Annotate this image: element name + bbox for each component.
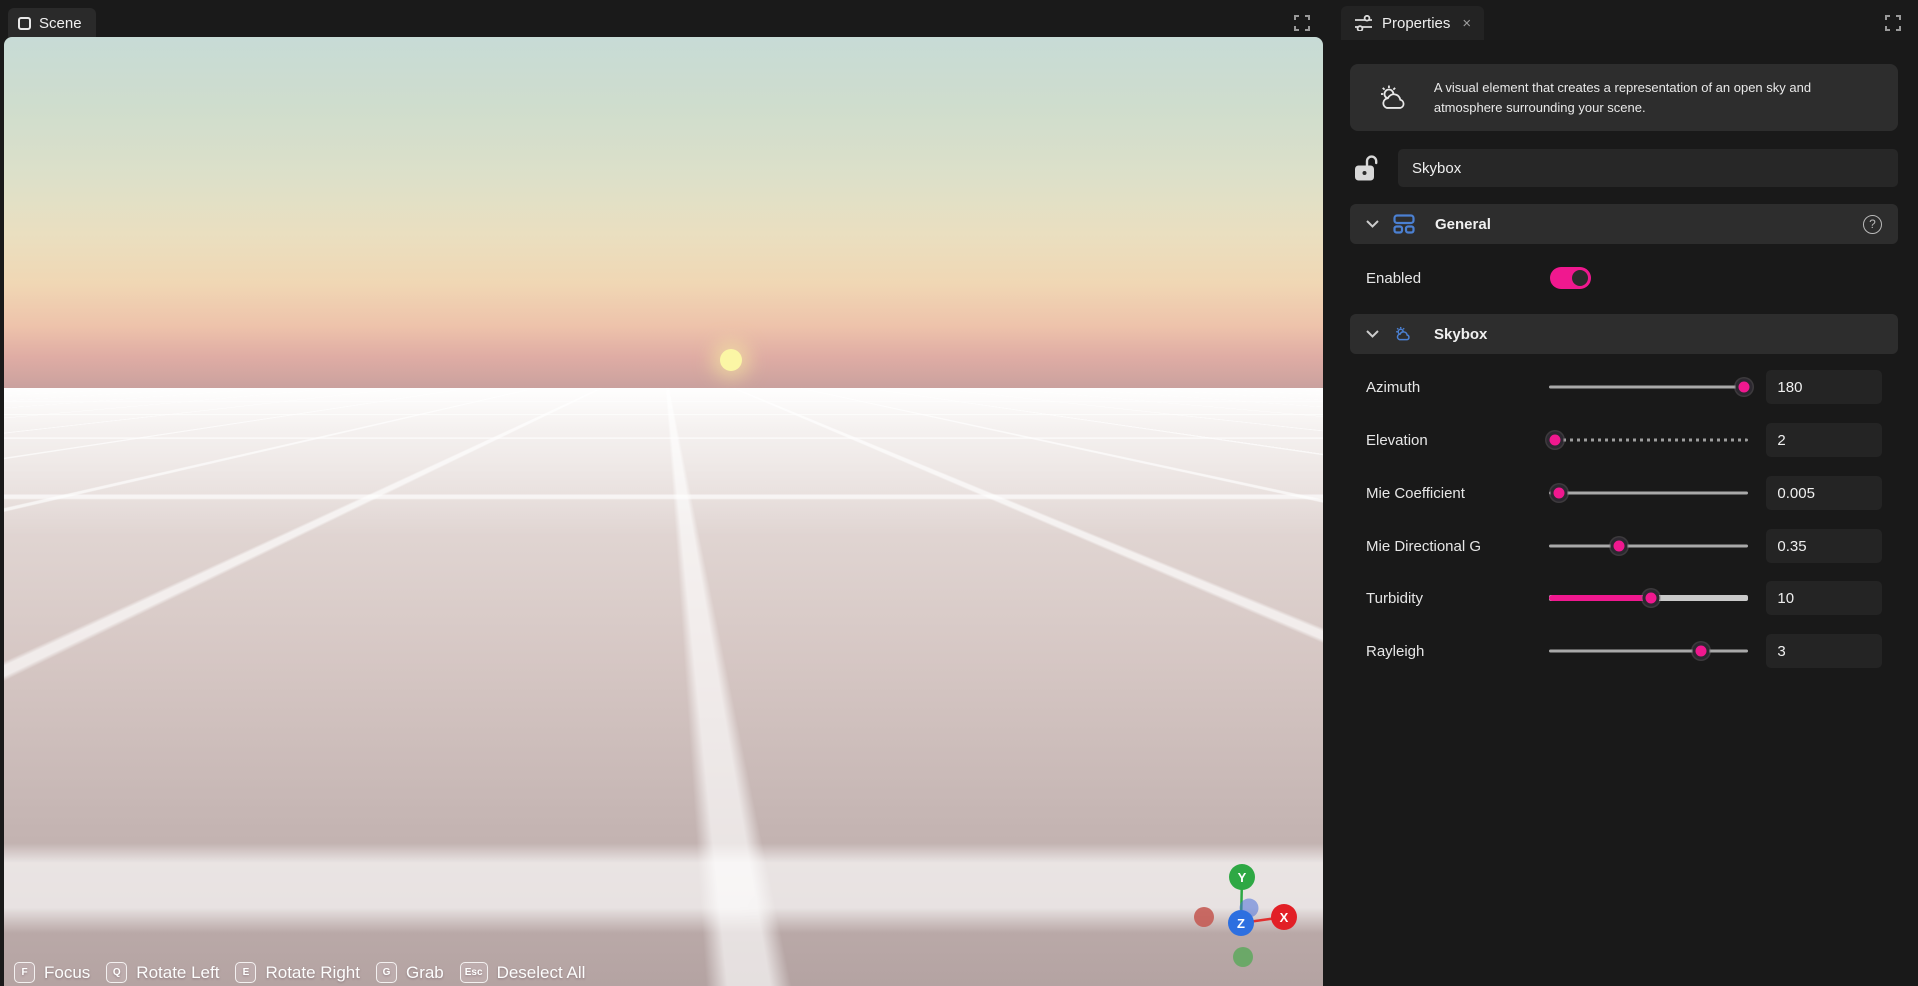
scene-tabbar: Scene	[0, 0, 1330, 37]
orientation-gizmo[interactable]: Y X Z	[1180, 855, 1310, 986]
sliders-icon	[1354, 15, 1373, 31]
hint-rotate-left: Q Rotate Left	[106, 962, 219, 983]
sun	[720, 349, 742, 371]
gizmo-axis-z-label: Z	[1237, 916, 1245, 931]
enabled-toggle[interactable]	[1550, 267, 1591, 289]
component-name-input[interactable]	[1398, 149, 1898, 187]
section-header-general[interactable]: General ?	[1350, 204, 1898, 244]
gizmo-axis-y[interactable]: Y	[1229, 864, 1255, 890]
enabled-row: Enabled	[1350, 263, 1898, 293]
azimuth-label: Azimuth	[1366, 379, 1549, 396]
hint-focus: F Focus	[14, 962, 90, 983]
section-header-skybox[interactable]: Skybox	[1350, 314, 1898, 354]
scene-expand-icon[interactable]	[1292, 13, 1312, 33]
elevation-slider[interactable]	[1549, 430, 1748, 450]
mie-directional-g-label: Mie Directional G	[1366, 538, 1549, 555]
turbidity-label: Turbidity	[1366, 590, 1549, 607]
scene-viewport[interactable]: Y X Z F Focus Q Rotate Left	[4, 37, 1323, 986]
general-section-title: General	[1435, 216, 1491, 233]
lock-icon[interactable]	[1350, 153, 1380, 183]
azimuth-value-input[interactable]: 180	[1766, 370, 1882, 404]
hint-grab: G Grab	[376, 962, 444, 983]
properties-tabbar: Properties ×	[1330, 0, 1918, 40]
component-description-card: A visual element that creates a represen…	[1350, 64, 1898, 131]
chevron-down-icon	[1366, 220, 1379, 228]
gizmo-axis-neg-y[interactable]	[1233, 947, 1253, 967]
rayleigh-slider-knob[interactable]	[1692, 643, 1709, 660]
rayleigh-value-input[interactable]: 3	[1766, 634, 1882, 668]
turbidity-slider[interactable]	[1549, 588, 1748, 608]
rayleigh-label: Rayleigh	[1366, 643, 1549, 660]
mie-directional-g-slider[interactable]	[1549, 536, 1748, 556]
sun-cloud-icon	[1376, 82, 1412, 114]
gizmo-axis-z[interactable]: Z	[1228, 910, 1254, 936]
skybox-sky	[4, 37, 1323, 389]
chevron-down-icon	[1366, 330, 1379, 338]
hint-rotate-right: E Rotate Right	[235, 962, 360, 983]
properties-panel: Properties × A visual element that creat…	[1330, 0, 1918, 986]
elevation-value-input[interactable]: 2	[1766, 423, 1882, 457]
properties-tab-label: Properties	[1382, 15, 1450, 32]
mie-directional-g-slider-knob[interactable]	[1610, 538, 1627, 555]
turbidity-value-input[interactable]: 10	[1766, 581, 1882, 615]
mie-directional-g-row: Mie Directional G 0.35	[1350, 531, 1898, 561]
mie-coefficient-row: Mie Coefficient 0.005	[1350, 478, 1898, 508]
scene-panel: Scene Y	[0, 0, 1330, 986]
tab-properties[interactable]: Properties ×	[1341, 6, 1484, 40]
mie-directional-g-value-input[interactable]: 0.35	[1766, 529, 1882, 563]
mie-coefficient-slider-knob[interactable]	[1551, 485, 1568, 502]
azimuth-slider-knob[interactable]	[1736, 379, 1753, 396]
scene-tab-label: Scene	[39, 15, 82, 32]
mie-coefficient-value-input[interactable]: 0.005	[1766, 476, 1882, 510]
gizmo-axis-neg-x[interactable]	[1194, 907, 1214, 927]
component-description: A visual element that creates a represen…	[1434, 78, 1872, 118]
gizmo-axis-x-label: X	[1280, 910, 1289, 925]
key-f: F	[14, 962, 35, 983]
general-layout-icon	[1393, 214, 1415, 234]
skybox-section-title: Skybox	[1434, 326, 1487, 343]
elevation-row: Elevation 2	[1350, 425, 1898, 455]
rayleigh-slider[interactable]	[1549, 641, 1748, 661]
azimuth-slider[interactable]	[1549, 377, 1748, 397]
mie-coefficient-slider[interactable]	[1549, 483, 1748, 503]
component-name-row	[1350, 149, 1898, 187]
key-e: E	[235, 962, 256, 983]
help-icon[interactable]: ?	[1863, 215, 1882, 234]
skybox-sun-cloud-icon	[1393, 325, 1414, 343]
turbidity-row: Turbidity 10	[1350, 583, 1898, 613]
close-icon[interactable]: ×	[1462, 16, 1471, 31]
elevation-label: Elevation	[1366, 432, 1549, 449]
key-q: Q	[106, 962, 127, 983]
enabled-label: Enabled	[1366, 270, 1550, 287]
key-esc: Esc	[460, 962, 488, 983]
tab-scene[interactable]: Scene	[8, 8, 96, 38]
key-g: G	[376, 962, 397, 983]
elevation-slider-knob[interactable]	[1547, 432, 1564, 449]
azimuth-row: Azimuth 180	[1350, 372, 1898, 402]
rayleigh-row: Rayleigh 3	[1350, 636, 1898, 666]
shortcut-hint-bar: F Focus Q Rotate Left E Rotate Right G G…	[14, 962, 585, 983]
turbidity-slider-knob[interactable]	[1642, 590, 1659, 607]
scene-tab-icon	[18, 17, 31, 30]
ground-grid	[4, 388, 1323, 986]
gizmo-axis-x[interactable]: X	[1271, 904, 1297, 930]
gizmo-axis-y-label: Y	[1238, 870, 1247, 885]
mie-coefficient-label: Mie Coefficient	[1366, 485, 1549, 502]
hint-deselect-all: Esc Deselect All	[460, 962, 586, 983]
properties-expand-icon[interactable]	[1883, 13, 1903, 33]
